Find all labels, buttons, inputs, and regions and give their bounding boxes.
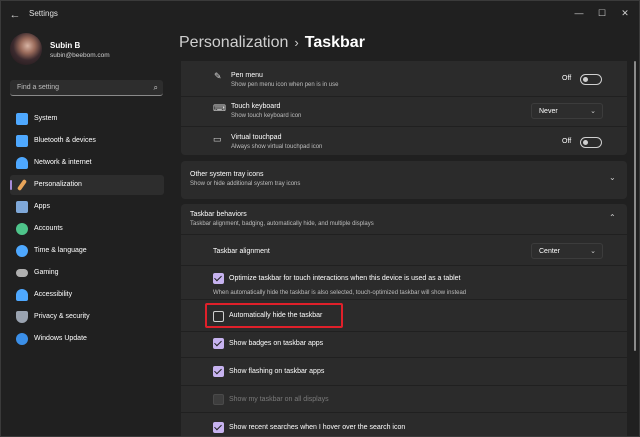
sidebar-item-label: Apps	[34, 203, 50, 210]
bluetooth-icon	[16, 135, 28, 147]
search-icon[interactable]: ⌕	[154, 83, 158, 93]
sidebar-item-accounts[interactable]: Accounts	[10, 219, 164, 239]
optimize-checkbox[interactable]	[213, 273, 224, 284]
monitor-icon	[16, 113, 28, 125]
settings-window: ← Settings — ☐ ✕ Subin B subin@beebom.co…	[0, 0, 640, 437]
divider	[181, 331, 627, 332]
controller-icon	[16, 269, 28, 277]
update-icon	[16, 333, 28, 345]
alignment-dropdown[interactable]: Center ⌄	[531, 243, 603, 259]
sidebar-item-network[interactable]: Network & internet	[10, 153, 164, 173]
breadcrumb-parent[interactable]: Personalization	[179, 34, 288, 51]
breadcrumb: Personalization › Taskbar	[179, 34, 365, 52]
avatar[interactable]	[10, 33, 42, 65]
other-tray-icons-card[interactable]	[181, 161, 627, 199]
all-displays-checkbox	[213, 394, 224, 405]
user-name: Subin B	[50, 41, 81, 50]
sidebar-item-label: Windows Update	[34, 335, 87, 342]
virtual-touchpad-toggle[interactable]	[580, 137, 602, 148]
sidebar-item-label: Network & internet	[34, 159, 92, 166]
shield-icon	[16, 311, 28, 323]
other-tray-desc: Show or hide additional system tray icon…	[190, 181, 301, 187]
behaviors-desc: Taskbar alignment, badging, automaticall…	[190, 221, 374, 227]
sidebar-item-label: Personalization	[34, 181, 82, 188]
sidebar-item-time-language[interactable]: Time & language	[10, 241, 164, 261]
sidebar-item-label: Bluetooth & devices	[34, 137, 96, 144]
dropdown-value: Never	[539, 108, 558, 115]
chevron-down-icon: ⌄	[590, 248, 596, 255]
window-title: Settings	[29, 9, 58, 18]
divider	[181, 265, 627, 266]
virtual-touchpad-title: Virtual touchpad	[231, 134, 282, 141]
sidebar-item-label: Accounts	[34, 225, 63, 232]
divider	[181, 385, 627, 386]
virtual-touchpad-state: Off	[562, 138, 572, 145]
scrollbar[interactable]	[634, 61, 636, 351]
sidebar-item-windows-update[interactable]: Windows Update	[10, 329, 164, 349]
badges-checkbox[interactable]	[213, 338, 224, 349]
touch-keyboard-title: Touch keyboard	[231, 103, 281, 110]
title-bar: ← Settings — ☐ ✕	[1, 1, 639, 29]
sidebar-item-label: Time & language	[34, 247, 87, 254]
accessibility-icon	[16, 289, 28, 301]
divider	[181, 299, 627, 300]
back-arrow-icon[interactable]: ←	[7, 7, 23, 23]
other-tray-title: Other system tray icons	[190, 171, 264, 178]
pen-menu-title: Pen menu	[231, 72, 263, 79]
virtual-touchpad-desc: Always show virtual touchpad icon	[231, 144, 323, 150]
pen-icon: ✎	[214, 71, 222, 81]
search-placeholder: Find a setting	[17, 84, 60, 91]
wifi-icon	[16, 157, 28, 169]
alignment-title: Taskbar alignment	[213, 248, 270, 255]
dropdown-value: Center	[539, 248, 561, 255]
divider	[181, 126, 627, 127]
touchpad-icon: ▭	[213, 134, 222, 144]
sidebar-item-label: System	[34, 115, 58, 122]
sidebar-item-privacy[interactable]: Privacy & security	[10, 307, 164, 327]
behaviors-title: Taskbar behaviors	[190, 211, 247, 218]
user-email: subin@beebom.com	[50, 52, 110, 59]
divider	[181, 412, 627, 413]
divider	[181, 234, 627, 235]
sidebar-item-bluetooth[interactable]: Bluetooth & devices	[10, 131, 164, 151]
optimize-label: Optimize taskbar for touch interactions …	[229, 275, 461, 282]
chevron-up-icon[interactable]: ⌃	[609, 213, 616, 222]
search-input[interactable]: Find a setting ⌕	[10, 80, 163, 96]
touch-keyboard-dropdown[interactable]: Never ⌄	[531, 103, 603, 119]
sidebar-item-personalization[interactable]: Personalization	[10, 175, 164, 195]
minimize-icon[interactable]: —	[569, 5, 589, 21]
sidebar-item-gaming[interactable]: Gaming	[10, 263, 164, 283]
flashing-label: Show flashing on taskbar apps	[229, 368, 325, 375]
highlight-box	[205, 303, 343, 328]
pen-menu-desc: Show pen menu icon when pen is in use	[231, 82, 339, 88]
divider	[181, 96, 627, 97]
flashing-checkbox[interactable]	[213, 366, 224, 377]
pen-menu-toggle[interactable]	[580, 74, 602, 85]
apps-icon	[16, 201, 28, 213]
chevron-down-icon: ⌄	[590, 108, 596, 115]
close-icon[interactable]: ✕	[615, 5, 635, 21]
person-icon	[16, 223, 28, 235]
badges-label: Show badges on taskbar apps	[229, 340, 324, 347]
chevron-down-icon[interactable]: ⌄	[609, 173, 616, 182]
optimize-note: When automatically hide the taskbar is a…	[213, 290, 467, 296]
sidebar-item-label: Accessibility	[34, 291, 73, 298]
sidebar-item-apps[interactable]: Apps	[10, 197, 164, 217]
brush-icon	[16, 178, 28, 192]
all-displays-label: Show my taskbar on all displays	[229, 396, 329, 403]
globe-icon	[16, 245, 28, 257]
touch-keyboard-desc: Show touch keyboard icon	[231, 113, 302, 119]
chevron-right-icon: ›	[294, 35, 299, 50]
page-title: Taskbar	[304, 34, 365, 51]
sidebar-item-system[interactable]: System	[10, 109, 164, 129]
sidebar-item-accessibility[interactable]: Accessibility	[10, 285, 164, 305]
maximize-icon[interactable]: ☐	[592, 5, 612, 21]
sidebar-item-label: Gaming	[34, 269, 59, 276]
recent-searches-label: Show recent searches when I hover over t…	[229, 424, 406, 431]
divider	[181, 357, 627, 358]
sidebar-item-label: Privacy & security	[34, 313, 90, 320]
keyboard-icon: ⌨	[213, 103, 226, 113]
pen-menu-state: Off	[562, 75, 572, 82]
recent-searches-checkbox[interactable]	[213, 422, 224, 433]
